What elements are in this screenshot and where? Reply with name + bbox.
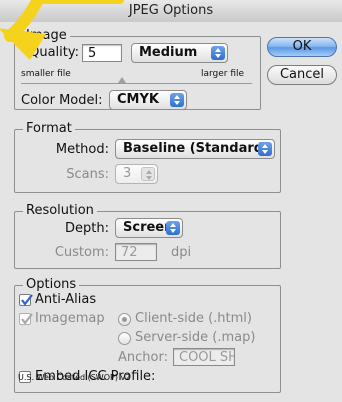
pointer-arrow-icon [0,0,124,60]
